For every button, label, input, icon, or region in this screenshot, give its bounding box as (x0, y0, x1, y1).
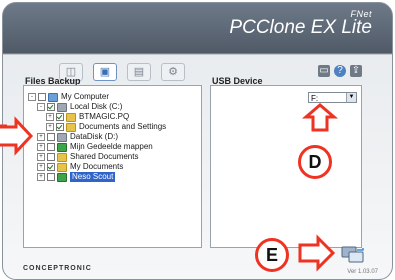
label-d: D (298, 145, 332, 179)
folder-icon (66, 122, 76, 132)
tree-label: Mijn Gedeelde mappen (70, 142, 153, 151)
tree-checkbox[interactable] (47, 173, 55, 181)
folder-icon (57, 162, 67, 172)
tree-row[interactable]: + Shared Documents (28, 152, 166, 162)
label-e: E (255, 238, 289, 272)
tree-label: BTMAGIC.PQ (79, 112, 130, 121)
tree-row[interactable]: + DataDisk (D:) (28, 132, 166, 142)
drive-icon (57, 102, 67, 112)
expand-icon[interactable]: + (37, 173, 45, 181)
usb-device-value: F: (311, 94, 319, 103)
expand-icon[interactable]: + (37, 163, 45, 171)
footer-brand: CONCEPTRONIC (23, 265, 92, 272)
tree-row[interactable]: - Local Disk (C:) (28, 102, 166, 112)
pc-icon (48, 92, 58, 102)
collapse-icon[interactable]: - (28, 93, 36, 101)
brand: FNet PCClone EX Lite (229, 9, 372, 39)
expand-icon[interactable]: + (46, 113, 54, 121)
expand-icon[interactable]: + (46, 123, 54, 131)
help-icon[interactable]: ? (334, 65, 346, 77)
tree-label: Local Disk (C:) (70, 102, 123, 111)
tree-label: My Computer (61, 92, 110, 101)
tree-label: DataDisk (D:) (70, 132, 119, 141)
tree-row[interactable]: - My Computer (28, 92, 166, 102)
version-label: Ver 1.03.07 (347, 269, 378, 275)
tree-label: My Documents (70, 162, 124, 171)
special-icon (57, 142, 67, 152)
tree-row[interactable]: + My Documents (28, 162, 166, 172)
app-title: PCClone EX Lite (229, 17, 372, 38)
upload-icon[interactable]: ⇪ (350, 65, 362, 77)
expand-icon[interactable]: + (37, 153, 45, 161)
tree-label: Documents and Settings (79, 122, 167, 131)
tab-2-monitor-icon[interactable]: ▣ (93, 63, 117, 81)
screen-icon[interactable]: ▭ (318, 65, 330, 77)
folder-icon (57, 152, 67, 162)
tree-label: Shared Documents (70, 152, 139, 161)
tree-checkbox[interactable] (56, 123, 64, 131)
tree-checkbox[interactable] (47, 133, 55, 141)
tree-checkbox[interactable] (56, 113, 64, 121)
chevron-down-icon[interactable]: ▼ (346, 93, 356, 102)
utility-icons: ▭ ? ⇪ (318, 65, 362, 77)
tree-row[interactable]: + BTMAGIC.PQ (28, 112, 166, 122)
backup-start-icon[interactable] (341, 246, 365, 264)
drive-icon (57, 132, 67, 142)
tree-checkbox[interactable] (47, 143, 55, 151)
tree-row[interactable]: + Mijn Gedeelde mappen (28, 142, 166, 152)
special-icon (57, 172, 67, 182)
tree-label: Neso Scout (70, 172, 116, 182)
tree-checkbox[interactable] (47, 103, 55, 111)
tree-row[interactable]: + Documents and Settings (28, 122, 166, 132)
tab-4-settings-icon[interactable]: ⚙ (161, 63, 185, 81)
usb-device-select[interactable]: F: ▼ (308, 92, 357, 103)
files-backup-panel: - My Computer - Local Disk (C:) + BTMAGIC.PQ +… (23, 85, 202, 248)
tab-3-image-icon[interactable]: ▤ (127, 63, 151, 81)
usb-device-panel: F: ▼ (210, 85, 362, 248)
tree-row[interactable]: + Neso Scout (28, 172, 166, 182)
expand-icon[interactable]: + (37, 133, 45, 141)
collapse-icon[interactable]: - (37, 103, 45, 111)
folder-icon (66, 112, 76, 122)
expand-icon[interactable]: + (37, 143, 45, 151)
tree-checkbox[interactable] (38, 93, 46, 101)
tree-checkbox[interactable] (47, 163, 55, 171)
app-window: FNet PCClone EX Lite ◫ ▣ ▤ ⚙ ▭ ? ⇪ Files… (2, 2, 393, 280)
tree-checkbox[interactable] (47, 153, 55, 161)
file-tree: - My Computer - Local Disk (C:) + BTMAGIC.PQ +… (28, 92, 166, 182)
